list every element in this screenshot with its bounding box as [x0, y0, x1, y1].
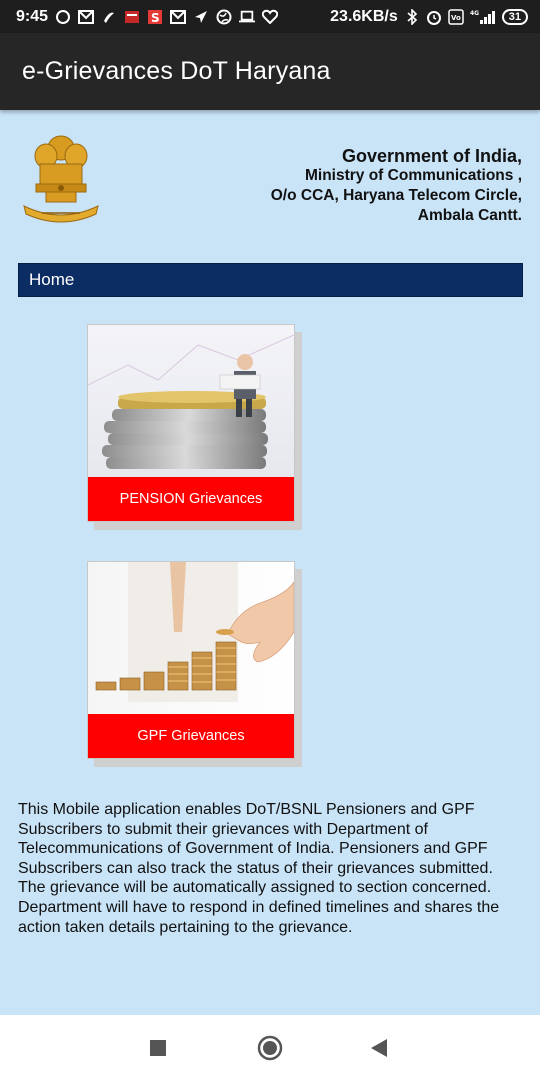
globe-icon: [216, 9, 232, 25]
svg-text:S: S: [151, 11, 160, 25]
coins-stack-businessman-image: [88, 325, 294, 477]
pension-grievances-label: PENSION Grievances: [88, 477, 294, 521]
recent-apps-button[interactable]: [149, 1039, 167, 1057]
home-nav-link[interactable]: Home: [18, 263, 523, 297]
app-notification-icon: [101, 9, 117, 25]
back-button[interactable]: [370, 1038, 388, 1058]
news-app-icon: [124, 9, 140, 25]
heart-icon: [262, 9, 279, 25]
gmail-icon: [78, 9, 95, 25]
navigation-icon: [193, 9, 209, 25]
signal-icon: 4G: [470, 9, 496, 25]
status-bar: 9:45 S 23.6KB/s Vo 4G 31: [0, 0, 540, 33]
gpf-grievances-card[interactable]: GPF Grievances: [87, 561, 295, 759]
app-title: e-Grievances DoT Haryana: [22, 57, 331, 85]
home-button[interactable]: [257, 1035, 283, 1061]
pension-grievances-card[interactable]: PENSION Grievances: [87, 324, 295, 522]
hand-stacking-coins-image: [88, 562, 294, 714]
svg-text:Vo: Vo: [451, 14, 461, 22]
government-header: Government of India, Ministry of Communi…: [271, 146, 522, 226]
bluetooth-icon: [404, 8, 420, 25]
emblem-logo: [18, 128, 104, 228]
battery-indicator: 31: [501, 8, 528, 25]
system-navigation-bar: [0, 1015, 540, 1080]
header-line-2: Ministry of Communications ,: [304, 167, 522, 184]
s-app-icon: S: [147, 9, 163, 25]
header-line-4: Ambala Cantt.: [417, 207, 522, 224]
app-description: This Mobile application enables DoT/BSNL…: [18, 801, 500, 936]
laptop-icon: [239, 9, 256, 25]
header-line-1: Government of India,: [341, 146, 522, 166]
svg-text:4G: 4G: [470, 10, 479, 17]
volte-icon: Vo: [448, 8, 464, 25]
gpf-grievances-label: GPF Grievances: [88, 714, 294, 758]
status-time: 9:45: [16, 7, 49, 25]
alarm-icon: [426, 9, 442, 25]
notification-app-icon: [55, 9, 71, 25]
gmail-icon-2: [170, 9, 187, 25]
header-line-3: O/o CCA, Haryana Telecom Circle,: [270, 187, 522, 204]
app-bar: e-Grievances DoT Haryana: [0, 33, 540, 110]
network-speed: 23.6KB/s: [330, 7, 398, 25]
